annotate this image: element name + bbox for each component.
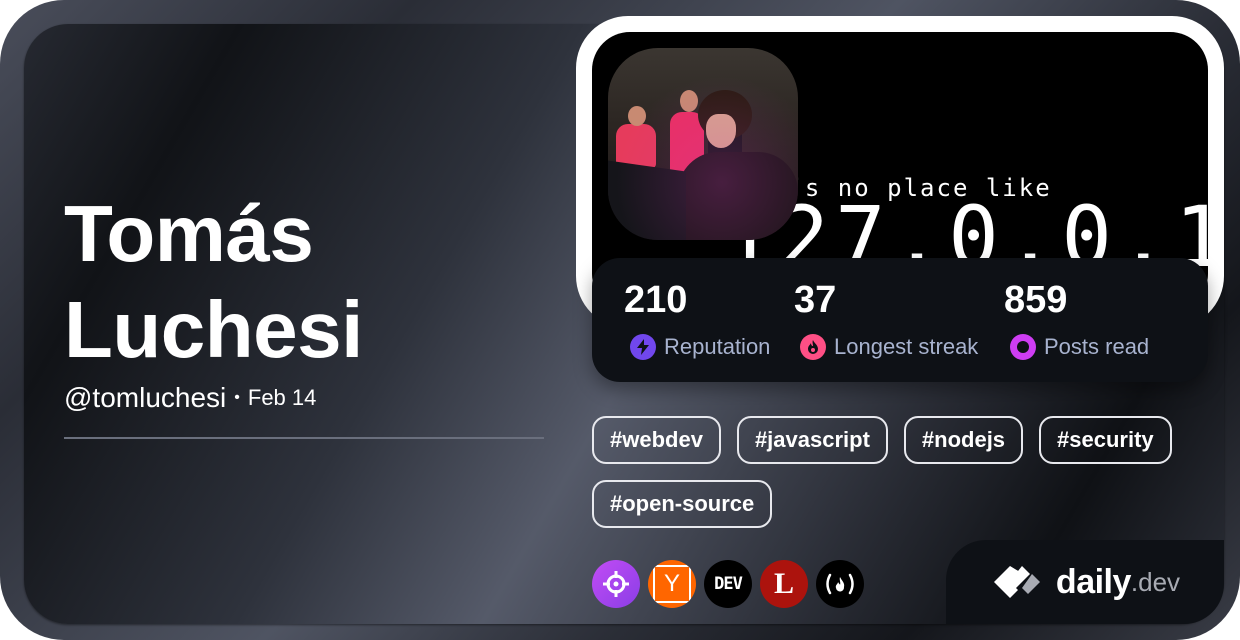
freecodecamp-icon[interactable] — [816, 560, 864, 608]
stat-value: 859 — [1004, 279, 1068, 321]
flame-icon — [800, 334, 826, 360]
stat-label: Posts read — [1044, 334, 1150, 359]
divider — [64, 437, 544, 439]
name-first: Tomás — [64, 189, 314, 278]
stat-longest-streak: 37 Longest streak — [762, 278, 978, 360]
crosshair-source-icon[interactable] — [592, 560, 640, 608]
lobsters-glyph: L — [773, 567, 794, 600]
tag-chip[interactable]: #webdev — [592, 416, 721, 464]
stat-label: Reputation — [664, 334, 771, 359]
hacker-news-icon[interactable]: Y — [648, 560, 696, 608]
profile-name: Tomás Luchesi — [64, 186, 544, 378]
avatar-photo-detail — [608, 48, 798, 240]
lightning-icon — [630, 334, 656, 360]
stat-reputation: 210 Reputation — [592, 278, 770, 360]
dev-to-icon[interactable]: DEV — [704, 560, 752, 608]
profile-handle[interactable]: @tomluchesi — [64, 382, 226, 414]
profile-date: Feb 14 — [247, 385, 317, 410]
dev-to-glyph: DEV — [714, 574, 743, 594]
hacker-news-glyph: Y — [653, 565, 691, 603]
stat-value: 210 — [624, 279, 688, 321]
lobsters-icon[interactable]: L — [760, 560, 808, 608]
tag-chip[interactable]: #security — [1039, 416, 1172, 464]
brand-tld: .dev — [1130, 566, 1181, 597]
meta-separator: • — [234, 389, 240, 406]
name-last: Luchesi — [64, 285, 363, 374]
stat-label: Longest streak — [834, 334, 979, 359]
profile-card: Tomás Luchesi @tomluchesi • Feb 14 e’s n… — [0, 0, 1240, 640]
stat-value: 37 — [794, 279, 837, 321]
stats-panel: 210 Reputation 37 Longest streak 859 Pos… — [592, 258, 1208, 382]
daily-dev-logo[interactable]: daily .dev — [946, 540, 1224, 624]
avatar[interactable] — [608, 48, 798, 240]
tag-chip[interactable]: #nodejs — [903, 416, 1024, 464]
profile-meta: @tomluchesi • Feb 14 — [64, 382, 316, 414]
tag-chip[interactable]: #open-source — [592, 480, 773, 528]
daily-dev-logo-icon — [993, 566, 1040, 598]
eye-icon — [1010, 334, 1036, 360]
tag-chip[interactable]: #javascript — [736, 416, 888, 464]
brand-word: daily — [1055, 562, 1131, 601]
stat-posts-read: 859 Posts read — [972, 278, 1149, 360]
source-list: Y DEV L — [592, 560, 864, 608]
tag-list: #webdev #javascript #nodejs #security #o… — [592, 416, 1212, 528]
